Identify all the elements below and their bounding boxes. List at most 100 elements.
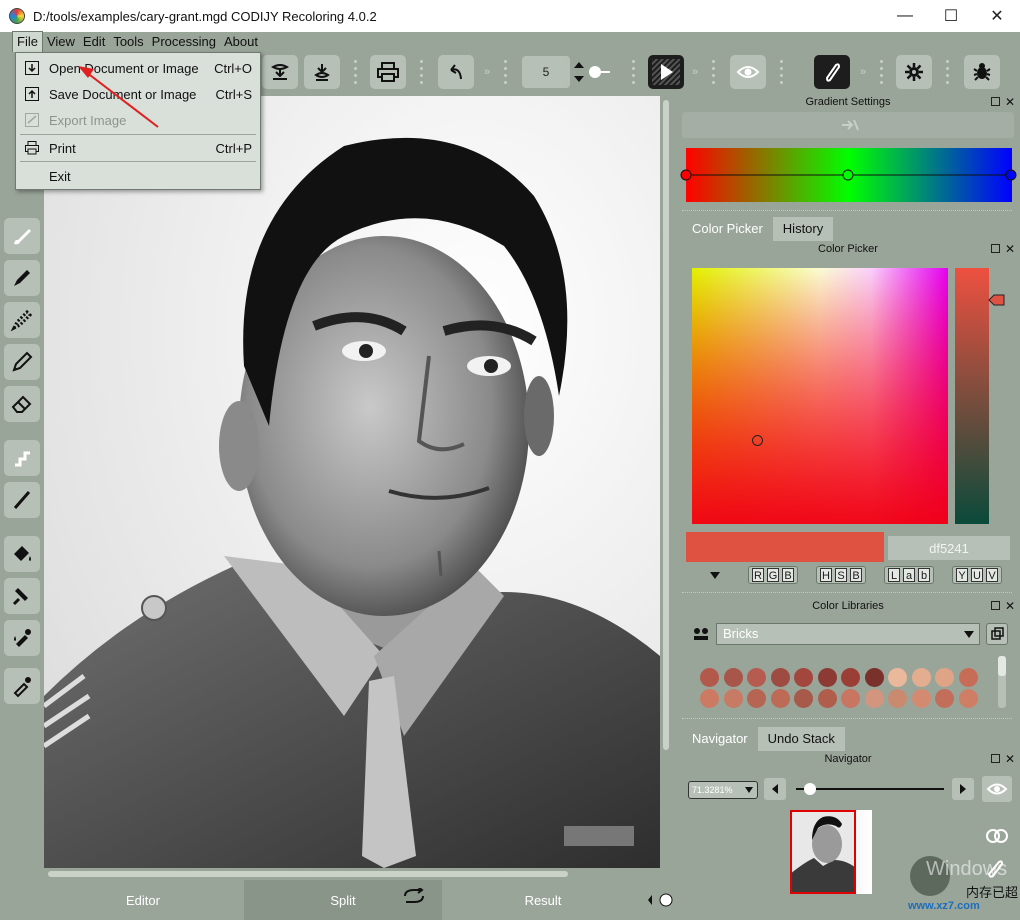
zoom-out-button[interactable] (764, 778, 786, 800)
panel-arrows-icon[interactable] (646, 892, 674, 908)
color-swatch[interactable] (723, 668, 743, 687)
tab-editor[interactable]: Editor (44, 880, 242, 920)
undock-icon[interactable] (991, 97, 1000, 106)
library-scrollbar[interactable] (998, 656, 1006, 708)
color-swatch[interactable] (864, 689, 884, 708)
maximize-button[interactable]: ☐ (928, 0, 974, 32)
debug-button[interactable] (964, 55, 1000, 89)
undock-icon[interactable] (991, 754, 1000, 763)
color-swatch[interactable] (935, 668, 954, 687)
color-swatch[interactable] (817, 689, 837, 708)
color-swatch[interactable] (911, 689, 931, 708)
color-swatch[interactable] (888, 668, 907, 687)
model-bright: B (850, 568, 862, 582)
library-select[interactable]: Bricks (716, 623, 980, 645)
tool-fill[interactable] (4, 536, 40, 572)
close-panel-icon[interactable]: ✕ (1005, 751, 1015, 767)
brush-size-input[interactable]: 5 (522, 56, 570, 88)
model-yuv-button[interactable]: YUV (952, 566, 1002, 584)
undock-icon[interactable] (991, 601, 1000, 610)
tab-result[interactable]: Result (444, 880, 642, 920)
color-swatch[interactable] (723, 689, 743, 708)
tab-split-label: Split (330, 892, 356, 908)
hue-marker[interactable] (988, 293, 1006, 307)
tab-split[interactable]: Split (244, 880, 442, 920)
color-swatch[interactable] (958, 668, 978, 687)
tool-line[interactable] (4, 482, 40, 518)
close-panel-icon[interactable]: ✕ (1005, 94, 1015, 110)
close-button[interactable]: ✕ (974, 0, 1020, 32)
play-button[interactable] (648, 55, 684, 89)
saturation-brightness-field[interactable] (692, 268, 948, 524)
tab-history[interactable]: History (772, 217, 834, 241)
model-hsb-button[interactable]: HSB (816, 566, 866, 584)
color-swatch[interactable] (958, 689, 978, 708)
tool-eraser[interactable] (4, 386, 40, 422)
minimize-button[interactable]: — (882, 0, 928, 32)
color-swatch[interactable] (700, 689, 719, 708)
color-swatch[interactable] (794, 668, 813, 687)
color-swatch[interactable] (747, 689, 766, 708)
hex-input[interactable]: df5241 (888, 536, 1010, 560)
menu-about[interactable]: About (220, 32, 262, 52)
color-swatch[interactable] (841, 668, 860, 687)
navigator-thumbnail[interactable] (790, 810, 872, 894)
tool-hammer[interactable] (4, 578, 40, 614)
model-rgb-button[interactable]: RGB (748, 566, 798, 584)
gradient-tool-icon[interactable] (840, 118, 860, 132)
tab-undo-stack[interactable]: Undo Stack (757, 727, 845, 751)
preview-button[interactable] (730, 55, 766, 89)
stamp-button[interactable] (304, 55, 340, 89)
color-swatch[interactable] (770, 668, 790, 687)
tool-color-dropper[interactable] (4, 620, 40, 656)
model-r: R (752, 568, 764, 582)
color-swatch[interactable] (888, 689, 907, 708)
tab-navigator[interactable]: Navigator (682, 727, 758, 751)
color-swatch[interactable] (770, 689, 790, 708)
menu-exit[interactable]: Exit (16, 164, 260, 188)
color-swatch[interactable] (911, 668, 931, 687)
color-swatch[interactable] (864, 668, 884, 687)
hue-strip[interactable] (955, 268, 989, 524)
download-button[interactable] (262, 55, 298, 89)
tool-pencil[interactable] (4, 344, 40, 380)
tool-brush[interactable] (4, 218, 40, 254)
zoom-in-button[interactable] (952, 778, 974, 800)
close-panel-icon[interactable]: ✕ (1005, 598, 1015, 614)
tool-eyedropper[interactable] (4, 668, 40, 704)
color-swatch[interactable] (935, 689, 954, 708)
collapse-arrow-icon[interactable] (709, 570, 721, 580)
color-swatch[interactable] (794, 689, 813, 708)
close-panel-icon[interactable]: ✕ (1005, 241, 1015, 257)
tool-dotted-brush[interactable] (4, 302, 40, 338)
library-icon (694, 628, 708, 640)
navigator-title: Navigator ✕ (676, 751, 1020, 767)
color-swatch[interactable] (700, 668, 719, 687)
zoom-slider[interactable] (792, 780, 948, 798)
tab-color-picker[interactable]: Color Picker (682, 217, 773, 241)
model-lab-button[interactable]: Lab (884, 566, 934, 584)
color-swatch[interactable] (747, 668, 766, 687)
undock-icon[interactable] (991, 244, 1000, 253)
undo-button[interactable] (438, 55, 474, 89)
swap-icon[interactable] (402, 888, 426, 904)
tool-marker[interactable] (4, 260, 40, 296)
link-icon[interactable] (982, 826, 1012, 846)
canvas-horizontal-scrollbar[interactable] (44, 868, 660, 880)
print-button[interactable] (370, 55, 406, 89)
zoom-select[interactable]: 71.3281% (688, 781, 758, 799)
color-cursor[interactable] (752, 435, 763, 446)
color-swatch[interactable] (817, 668, 837, 687)
gradient-stops[interactable] (680, 168, 1020, 182)
model-h: H (820, 568, 832, 582)
brush-mode-button[interactable] (814, 55, 850, 89)
size-slider[interactable] (586, 64, 612, 80)
color-swatch[interactable] (841, 689, 860, 708)
tool-gradient-stroke[interactable] (4, 440, 40, 476)
size-stepper-icon[interactable] (572, 58, 586, 86)
settings-button[interactable] (896, 55, 932, 89)
image-canvas[interactable] (44, 96, 660, 868)
nav-preview-button[interactable] (982, 776, 1012, 802)
canvas-vertical-scrollbar[interactable] (660, 96, 672, 868)
library-options-button[interactable] (986, 623, 1008, 645)
